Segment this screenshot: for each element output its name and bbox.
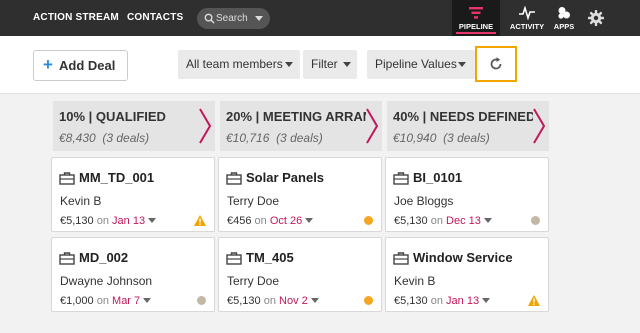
- chevron-down-icon: [458, 62, 466, 67]
- chevron-down-icon: [343, 62, 351, 67]
- stage-header[interactable]: 40% | NEEDS DEFINED €10,940 (3 deals): [387, 101, 549, 151]
- chevron-down-icon[interactable]: [148, 218, 157, 223]
- deal-card[interactable]: MM_TD_001 Kevin B €5,130 on Jan 13: [51, 157, 215, 232]
- chevron-down-icon: [285, 62, 293, 67]
- deal-date[interactable]: Dec 13: [446, 215, 481, 227]
- add-deal-label: Add Deal: [59, 58, 116, 73]
- nav-contacts[interactable]: CONTACTS: [127, 0, 183, 36]
- briefcase-icon: [59, 252, 75, 265]
- search-placeholder: Search: [216, 13, 248, 24]
- deal-contact[interactable]: Joe Bloggs: [394, 194, 453, 208]
- chevron-down-icon[interactable]: [310, 298, 319, 303]
- deal-name: MM_TD_001: [79, 170, 155, 185]
- filter-dropdown[interactable]: Filter: [303, 50, 357, 79]
- stage-header[interactable]: 20% | MEETING ARRANGED €10,716 (3 deals): [220, 101, 382, 151]
- stage-header[interactable]: 10% | QUALIFIED €8,430 (3 deals): [53, 101, 215, 151]
- briefcase-icon: [393, 172, 409, 185]
- pipeline-values-label: Pipeline Values: [375, 57, 457, 71]
- deal-meta: €5,130 on Dec 13: [394, 215, 492, 227]
- deal-contact[interactable]: Kevin B: [60, 194, 101, 208]
- deal-card[interactable]: Window Service Kevin B €5,130 on Jan 13: [385, 237, 549, 312]
- deal-card[interactable]: Solar Panels Terry Doe €456 on Oct 26: [218, 157, 382, 232]
- stage-summary: €10,940 (3 deals): [393, 131, 490, 145]
- apps-icon: [558, 7, 570, 19]
- activity-icon: [519, 6, 535, 20]
- tab-pipeline-label: PIPELINE: [456, 22, 496, 34]
- chevron-down-icon[interactable]: [143, 298, 152, 303]
- deal-meta: €5,130 on Nov 2: [227, 295, 319, 307]
- tab-apps[interactable]: APPS: [540, 0, 588, 36]
- chevron-right-icon: [199, 108, 212, 144]
- briefcase-icon: [226, 172, 242, 185]
- deal-date[interactable]: Nov 2: [279, 295, 308, 307]
- tab-pipeline[interactable]: PIPELINE: [452, 0, 500, 36]
- pipeline-values-dropdown[interactable]: Pipeline Values: [367, 50, 475, 79]
- refresh-icon: [490, 57, 502, 70]
- deal-name: TM_405: [246, 250, 294, 265]
- stage-summary: €8,430 (3 deals): [59, 131, 150, 145]
- tab-apps-label: APPS: [553, 22, 575, 31]
- deal-meta: €1,000 on Mar 7: [60, 295, 152, 307]
- deal-meta: €5,130 on Jan 13: [60, 215, 157, 227]
- refresh-button[interactable]: [475, 46, 517, 82]
- status-dot-grey: [197, 296, 206, 305]
- deal-name: Window Service: [413, 250, 513, 265]
- briefcase-icon: [393, 252, 409, 265]
- deal-contact[interactable]: Terry Doe: [227, 194, 279, 208]
- briefcase-icon: [226, 252, 242, 265]
- chevron-down-icon[interactable]: [305, 218, 314, 223]
- deal-date[interactable]: Oct 26: [270, 215, 302, 227]
- stage-title: 40% | NEEDS DEFINED: [393, 109, 533, 124]
- chevron-right-icon: [533, 108, 546, 144]
- chevron-down-icon[interactable]: [483, 218, 492, 223]
- top-nav-bar: ACTION STREAM CONTACTS Search PIPELINE A…: [0, 0, 640, 36]
- stage-title: 20% | MEETING ARRANGED: [226, 109, 366, 124]
- add-deal-button[interactable]: + Add Deal: [33, 50, 128, 81]
- warning-icon: [194, 215, 206, 226]
- deal-card[interactable]: BI_0101 Joe Bloggs €5,130 on Dec 13: [385, 157, 549, 232]
- plus-icon: +: [43, 55, 53, 74]
- deal-contact[interactable]: Terry Doe: [227, 274, 279, 288]
- deal-name: BI_0101: [413, 170, 463, 185]
- briefcase-icon: [59, 172, 75, 185]
- team-members-dropdown[interactable]: All team members: [178, 50, 300, 79]
- stage-title: 10% | QUALIFIED: [59, 109, 166, 124]
- nav-action-stream[interactable]: ACTION STREAM: [33, 0, 119, 36]
- pipeline-icon: [469, 7, 483, 19]
- warning-icon: [528, 295, 540, 306]
- deal-name: Solar Panels: [246, 170, 325, 185]
- search-dropdown-caret[interactable]: [255, 16, 263, 21]
- deal-meta: €456 on Oct 26: [227, 215, 314, 227]
- filter-label: Filter: [311, 57, 338, 71]
- deal-contact[interactable]: Dwayne Johnson: [60, 274, 152, 288]
- status-dot-grey: [531, 216, 540, 225]
- status-dot-orange: [364, 296, 373, 305]
- deal-name: MD_002: [79, 250, 129, 265]
- chevron-down-icon[interactable]: [482, 298, 491, 303]
- deal-date[interactable]: Jan 13: [446, 295, 479, 307]
- team-members-label: All team members: [186, 57, 283, 71]
- stage-summary: €10,716 (3 deals): [226, 131, 323, 145]
- pipeline-toolbar: + Add Deal All team members Filter Pipel…: [0, 36, 640, 94]
- deal-meta: €5,130 on Jan 13: [394, 295, 491, 307]
- search-box[interactable]: Search: [197, 8, 270, 29]
- search-icon: [204, 13, 215, 24]
- deal-date[interactable]: Jan 13: [112, 215, 145, 227]
- deal-contact[interactable]: Kevin B: [394, 274, 435, 288]
- gear-icon[interactable]: [588, 10, 604, 26]
- deal-card[interactable]: TM_405 Terry Doe €5,130 on Nov 2: [218, 237, 382, 312]
- status-dot-orange: [364, 216, 373, 225]
- deal-date[interactable]: Mar 7: [112, 295, 140, 307]
- deal-card[interactable]: MD_002 Dwayne Johnson €1,000 on Mar 7: [51, 237, 215, 312]
- chevron-right-icon: [366, 108, 379, 144]
